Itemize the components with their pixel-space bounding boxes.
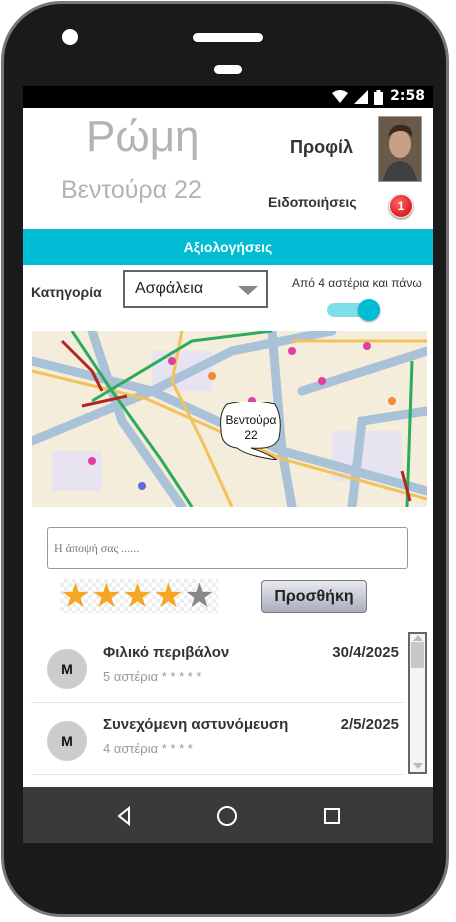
camera-icon: [62, 29, 78, 45]
review-title: Φιλικό περιβάλον: [103, 644, 230, 661]
status-time: 2:58: [390, 88, 425, 104]
android-nav-bar: [23, 787, 433, 843]
category-selected: Ασφάλεια: [135, 280, 204, 297]
rating-star-icon[interactable]: ★: [184, 579, 215, 613]
profile-avatar[interactable]: [378, 116, 422, 182]
rating-star-icon[interactable]: ★: [91, 579, 122, 613]
dropdown-arrow-icon: [238, 286, 258, 295]
signal-icon: [354, 90, 368, 104]
wifi-icon: [332, 90, 348, 103]
notification-badge[interactable]: 1: [389, 194, 413, 218]
scroll-up-arrow[interactable]: [413, 635, 423, 641]
review-item[interactable]: M Συνεχόμενη αστυνόμευση 2/5/2025 4 αστέρι…: [31, 704, 403, 775]
map-pin-label-line1: Βεντούρα: [225, 413, 277, 427]
scroll-down-arrow[interactable]: [413, 763, 423, 769]
status-bar: 2:58: [23, 86, 433, 108]
app-screen: 2:58 Ρώμη Βεντούρα 22 Προφίλ Ειδοποιήσει…: [23, 86, 433, 843]
notifications-label: Ειδοποιήσεις: [268, 194, 357, 210]
category-label: Κατηγορία: [31, 284, 102, 300]
reviews-scrollbar[interactable]: [408, 632, 427, 774]
battery-icon: [374, 89, 383, 105]
min-stars-label: Από 4 αστέρια και πάνω: [292, 276, 422, 290]
opinion-input[interactable]: [47, 527, 408, 569]
rating-star-icon[interactable]: ★: [60, 579, 91, 613]
home-icon[interactable]: [215, 804, 239, 828]
scroll-thumb[interactable]: [411, 642, 424, 668]
profile-link[interactable]: Προφίλ: [290, 137, 353, 158]
map-pin-label: Βεντούρα 22: [219, 413, 283, 443]
add-review-button[interactable]: Προσθήκη: [261, 580, 367, 613]
reviewer-avatar: M: [47, 649, 87, 689]
review-date: 2/5/2025: [340, 716, 399, 733]
map-view[interactable]: Βεντούρα 22: [32, 331, 427, 507]
review-stars-text: 5 αστέρια * * * * *: [103, 669, 202, 684]
phone-device: 2:58 Ρώμη Βεντούρα 22 Προφίλ Ειδοποιήσει…: [0, 0, 456, 922]
speaker-grille: [193, 33, 263, 42]
rating-star-icon[interactable]: ★: [153, 579, 184, 613]
status-icons: [332, 89, 383, 105]
review-item[interactable]: M Φιλικό περιβάλον 30/4/2025 5 αστέρια * * …: [31, 632, 403, 703]
toggle-knob[interactable]: [358, 299, 380, 321]
reviewer-avatar: M: [47, 721, 87, 761]
map-pin-label-line2: 22: [244, 428, 258, 442]
address-subtitle: Βεντούρα 22: [61, 176, 202, 204]
city-title: Ρώμη: [86, 112, 200, 161]
review-stars-text: 4 αστέρια * * * *: [103, 741, 193, 756]
review-date: 30/4/2025: [332, 644, 399, 661]
recents-icon[interactable]: [320, 804, 344, 828]
rating-star-icon[interactable]: ★: [122, 579, 153, 613]
review-title: Συνεχόμενη αστυνόμευση: [103, 716, 289, 733]
back-icon[interactable]: [113, 804, 137, 828]
sensor-icon: [214, 65, 242, 74]
reviews-section-header: Αξιολογήσεις: [23, 229, 433, 265]
avatar-photo: [379, 117, 421, 181]
star-rating[interactable]: ★ ★ ★ ★ ★: [60, 579, 218, 613]
category-dropdown[interactable]: Ασφάλεια: [123, 270, 268, 308]
